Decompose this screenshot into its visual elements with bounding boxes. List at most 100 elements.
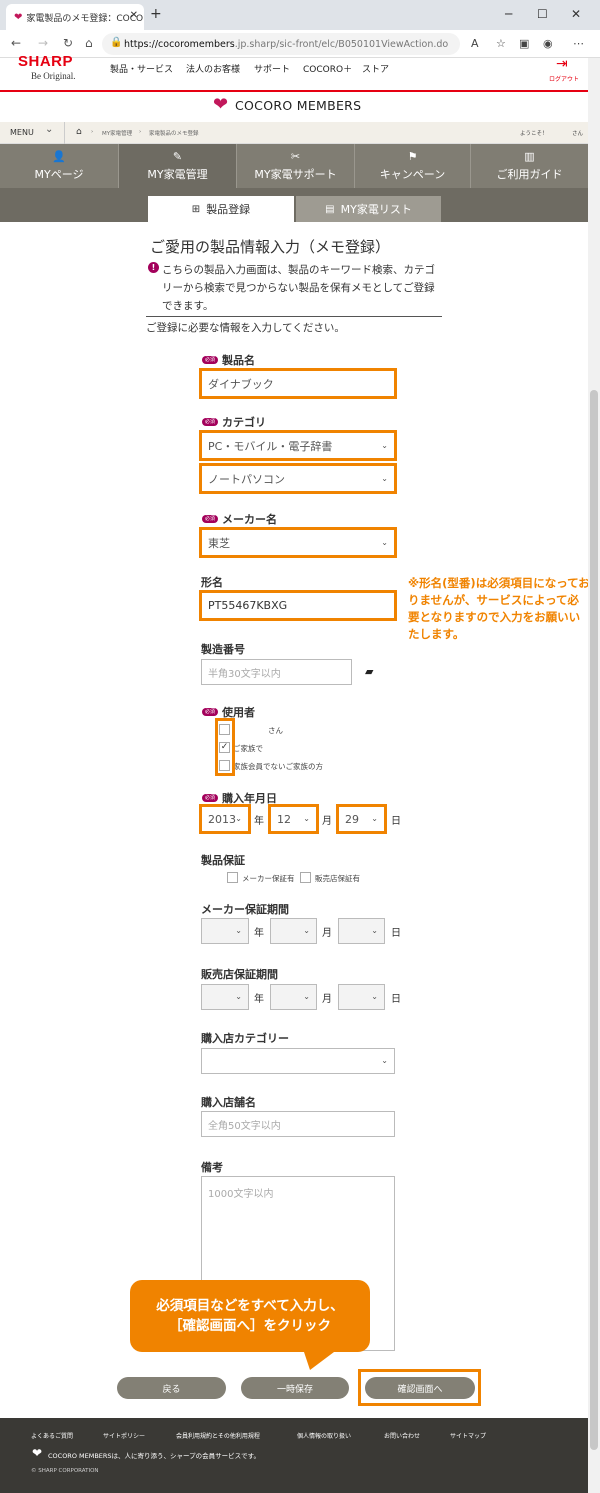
chevron-down-icon: ⌄ [235,814,242,824]
breadcrumb-current: 家電製品のメモ登録 [149,131,199,137]
maker-warranty-day-select[interactable]: ⌄ [338,918,385,944]
forward-arrow-icon[interactable]: → [38,36,48,50]
browser-tab[interactable]: ❤ 家電製品のメモ登録：COCORO M ✕ [6,4,144,30]
shop-warranty-month-select[interactable]: ⌄ [270,984,317,1010]
profile-icon[interactable]: ◉ [543,37,553,50]
back-button[interactable]: 戻る [117,1377,226,1399]
alert-icon: ! [148,262,159,273]
purchase-day-select[interactable]: 29 ⌄ [338,806,385,832]
maker-warranty-label: メーカー保証有 [242,874,295,883]
breadcrumb-bar [0,122,600,144]
tab-my-appliance-list[interactable]: ▤ MY家電リスト [296,196,441,222]
home-breadcrumb-icon[interactable]: ⌂ [76,127,82,137]
maker-warranty-checkbox[interactable] [227,872,238,883]
callout-line-1: 必須項目などをすべて入力し、 [156,1298,344,1314]
nav-my-appliance-support[interactable]: ✂ MY家電サポート [237,144,355,188]
footer-link-site-policy[interactable]: サイトポリシー [103,1431,145,1440]
shop-warranty-year-select[interactable]: ⌄ [201,984,249,1010]
shop-warranty-checkbox[interactable] [300,872,311,883]
gnav-cocoro-plus[interactable]: COCORO＋ [303,62,352,75]
serial-input[interactable]: 半角30文字以内 [201,659,352,685]
footer-link-privacy[interactable]: 個人情報の取り扱い [297,1431,351,1440]
category-select-1[interactable]: PC・モバイル・電子辞書 ⌄ [201,432,395,459]
category-select-2[interactable]: ノートパソコン ⌄ [201,465,395,492]
minimize-icon[interactable]: ─ [505,7,512,21]
footer-link-contact[interactable]: お問い合わせ [384,1431,420,1440]
category-select-1-value: PC・モバイル・電子辞書 [208,439,333,453]
breadcrumb-separator [64,122,65,144]
nav-campaign[interactable]: ⚑ キャンペーン [355,144,471,188]
nav-user-guide[interactable]: ▥ ご利用ガイド [471,144,588,188]
notice-text: こちらの製品入力画面は、製品のキーワード検索、カテゴリーから検索で見つからない製… [162,264,435,312]
shop-category-select[interactable]: ⌄ [201,1048,395,1074]
chevron-down-icon: ⌄ [371,814,378,824]
model-label: 形名 [201,576,223,589]
cocoro-heart-icon: ❤ [213,94,229,115]
tab-close-icon[interactable]: ✕ [130,10,138,21]
home-icon[interactable]: ⌂ [85,36,93,50]
back-arrow-icon[interactable]: ← [11,36,21,50]
comment-icon[interactable]: ▰ [365,665,373,678]
maximize-icon[interactable]: ☐ [537,7,548,21]
header-divider [0,90,600,92]
collections-icon[interactable]: ▣ [519,37,529,50]
user-checkbox-self[interactable] [219,724,230,735]
user-checkbox-non-member[interactable] [219,760,230,771]
scrollbar-thumb[interactable] [590,390,598,1450]
reload-icon[interactable]: ↻ [63,36,73,50]
confirm-button[interactable]: 確認画面へ [365,1377,475,1399]
url-host: https://cocoromembers [124,38,235,50]
breadcrumb-my-appliances[interactable]: MY家電管理 [102,129,132,137]
gnav-store[interactable]: ストア [362,62,389,75]
category-label: カテゴリ [222,416,266,429]
favorite-star-icon[interactable]: ☆ [496,37,506,50]
sharp-tagline: Be Original. [31,71,76,81]
serial-label: 製造番号 [201,643,245,656]
chevron-down-icon[interactable]: ⌄ [45,124,53,135]
gnav-support[interactable]: サポート [254,62,290,75]
lock-icon: 🔒 [110,37,123,48]
sharp-logo[interactable]: SHARP [18,53,73,70]
page-title: ご愛用の製品情報入力（メモ登録） [150,238,391,256]
purchase-month-select[interactable]: 12 ⌄ [270,806,317,832]
footer-link-terms[interactable]: 会員利用規約とその他利用規程 [176,1431,260,1440]
nav-label: キャンペーン [379,167,446,181]
purchase-month-value: 12 [277,812,291,826]
month-unit: 月 [322,816,332,827]
model-input[interactable]: PT55467KBXG [201,592,395,619]
shop-name-input[interactable]: 全角50文字以内 [201,1111,395,1137]
window-close-icon[interactable]: ✕ [571,7,581,21]
shop-warranty-label: 販売店保証有 [315,874,360,883]
maker-warranty-year-select[interactable]: ⌄ [201,918,249,944]
logout-label[interactable]: ログアウト [549,74,579,83]
book-icon: ▥ [524,149,535,163]
gnav-products[interactable]: 製品・サービス [110,62,173,75]
product-name-input[interactable]: ダイナブック [201,370,395,397]
shop-warranty-day-select[interactable]: ⌄ [338,984,385,1010]
year-unit: 年 [254,994,264,1005]
maker-select[interactable]: 東芝 ⌄ [201,529,395,556]
divider [146,316,442,317]
logout-icon[interactable]: ⇥ [556,56,568,72]
menu-button[interactable]: MENU [10,128,34,137]
maker-warranty-month-select[interactable]: ⌄ [270,918,317,944]
user-checkbox-family[interactable]: ✓ [219,742,230,753]
temp-save-button[interactable]: 一時保存 [241,1377,349,1399]
nav-label: MYページ [34,167,84,181]
tools-icon: ✂ [290,149,301,163]
url-input[interactable]: 🔒 https://cocoromembers .jp.sharp/sic-fr… [102,33,460,55]
gnav-business[interactable]: 法人のお客様 [186,62,240,75]
purchase-year-select[interactable]: 2013 ⌄ [201,806,249,832]
footer-copyright: © SHARP CORPORATION [31,1468,99,1474]
new-tab-button[interactable]: + [150,6,162,22]
nav-my-page[interactable]: 👤 MYページ [0,144,119,188]
read-aloud-icon[interactable]: A [471,37,479,50]
more-menu-icon[interactable]: ⋯ [573,37,584,50]
day-unit: 日 [391,928,401,939]
day-unit: 日 [391,994,401,1005]
nav-my-appliance-management[interactable]: ✎ MY家電管理 [119,144,237,188]
person-icon: 👤 [52,149,66,163]
footer-link-faq[interactable]: よくあるご質問 [31,1431,73,1440]
footer-link-sitemap[interactable]: サイトマップ [450,1431,486,1440]
tab-product-registration[interactable]: ⊞ 製品登録 [148,196,294,222]
